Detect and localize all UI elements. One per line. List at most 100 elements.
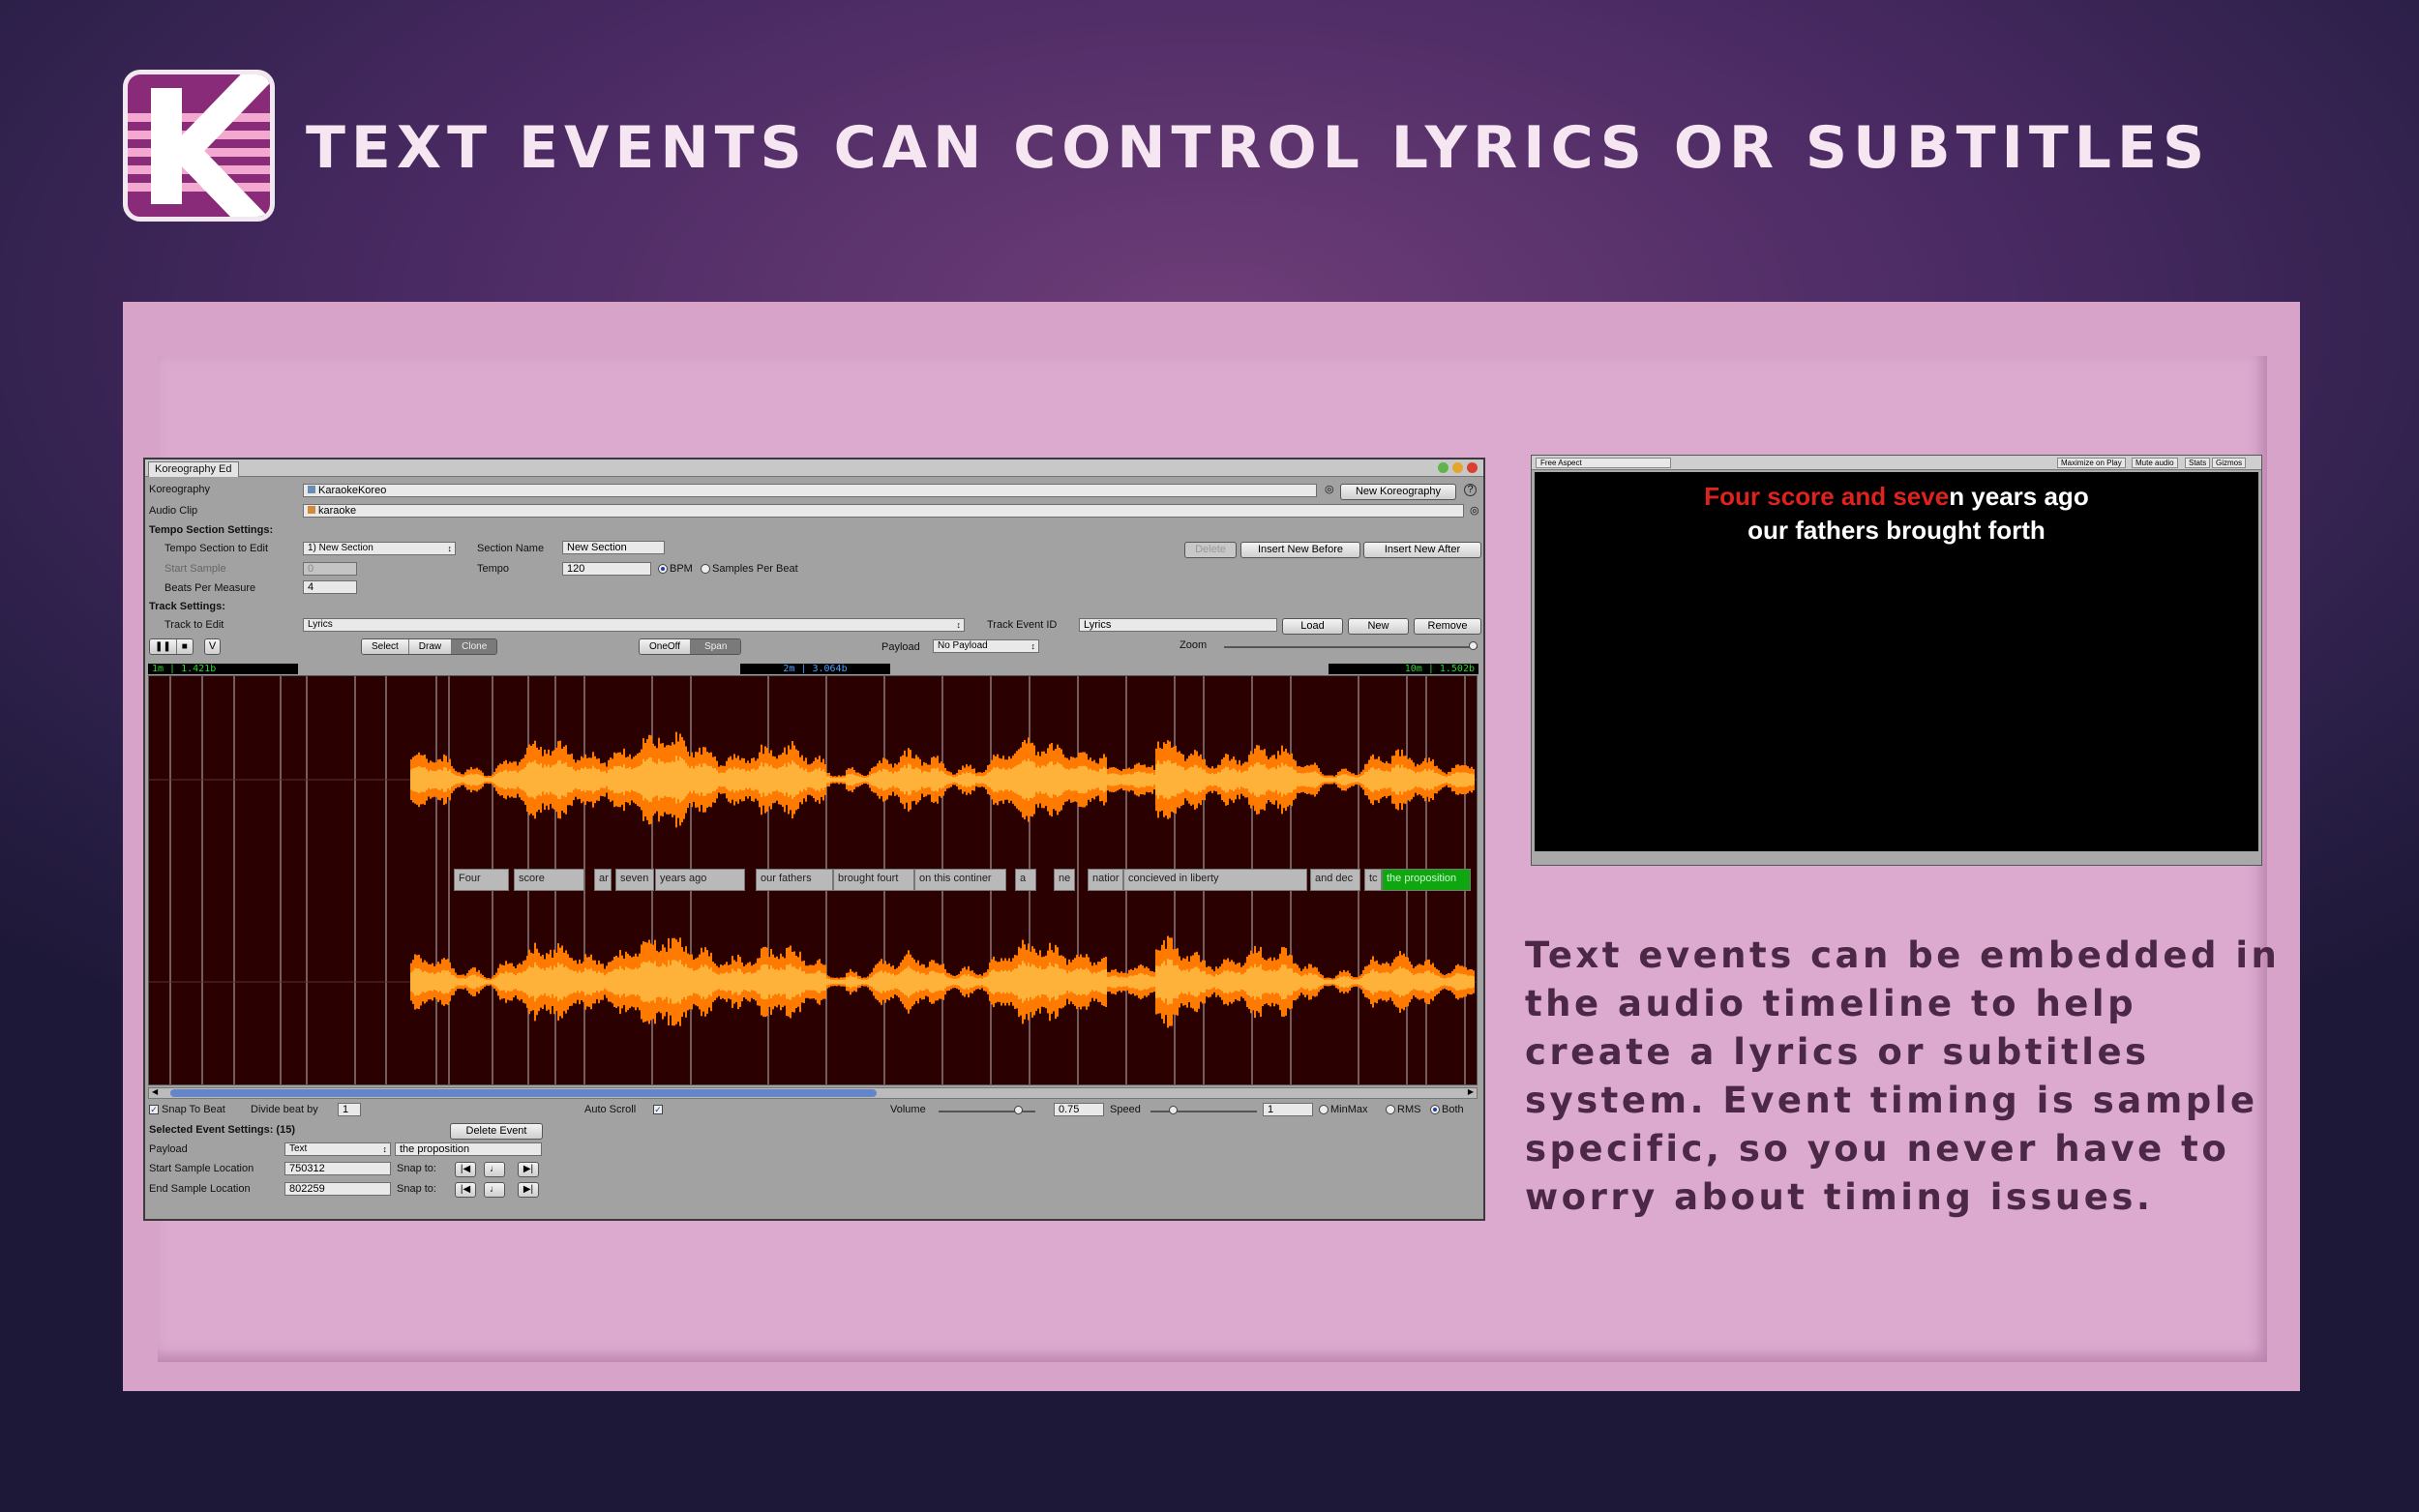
lyric-event[interactable]: years ago bbox=[655, 869, 745, 891]
stats-toggle[interactable]: Stats bbox=[2185, 458, 2210, 468]
mode-select-button[interactable]: Select bbox=[362, 639, 409, 654]
object-picker-icon[interactable]: ◎ bbox=[1325, 483, 1334, 495]
section-name-input[interactable]: New Section bbox=[562, 541, 665, 554]
minmax-radio[interactable]: MinMax bbox=[1319, 1104, 1368, 1115]
lyric-event[interactable]: ne bbox=[1054, 869, 1075, 891]
delete-section-button[interactable]: Delete bbox=[1184, 542, 1237, 558]
insert-new-after-button[interactable]: Insert New After bbox=[1363, 542, 1481, 558]
load-track-button[interactable]: Load bbox=[1282, 618, 1343, 635]
end-sample-location-input[interactable]: 802259 bbox=[284, 1182, 391, 1196]
new-track-button[interactable]: New bbox=[1348, 618, 1409, 635]
both-radio[interactable]: Both bbox=[1430, 1104, 1464, 1115]
delete-event-button[interactable]: Delete Event bbox=[450, 1123, 543, 1140]
samples-per-beat-radio[interactable]: Samples Per Beat bbox=[701, 563, 798, 575]
tempo-section-settings-heading: Tempo Section Settings: bbox=[149, 524, 273, 536]
beats-per-measure-input[interactable]: 4 bbox=[303, 580, 357, 594]
oneoff-button[interactable]: OneOff bbox=[640, 639, 691, 654]
tab-koreography-editor[interactable]: Koreography Ed bbox=[148, 461, 239, 477]
lyric-event[interactable]: a bbox=[1015, 869, 1036, 891]
selected-event-settings-heading: Selected Event Settings: (15) bbox=[149, 1124, 295, 1136]
audio-picker-icon[interactable]: ◎ bbox=[1470, 504, 1479, 517]
koreography-field[interactable]: KaraokeKoreo bbox=[303, 484, 1317, 497]
speed-slider-knob[interactable] bbox=[1169, 1106, 1178, 1114]
koreographer-logo bbox=[123, 70, 275, 222]
transport-controls: ❚❚ ■ bbox=[149, 638, 194, 655]
snap-to-beat-icon[interactable]: ♩ bbox=[484, 1182, 505, 1198]
bpm-radio[interactable]: BPM bbox=[658, 563, 693, 575]
insert-new-before-button[interactable]: Insert New Before bbox=[1240, 542, 1360, 558]
maximize-on-play-toggle[interactable]: Maximize on Play bbox=[2057, 458, 2126, 468]
lyric-event-selected[interactable]: the proposition bbox=[1382, 869, 1471, 891]
zoom-slider-knob[interactable] bbox=[1469, 641, 1478, 650]
game-screen: Four score and seven years ago our fathe… bbox=[1535, 472, 2258, 851]
lyric-event[interactable]: on this continer bbox=[914, 869, 1006, 891]
mute-audio-toggle[interactable]: Mute audio bbox=[2132, 458, 2178, 468]
speed-label: Speed bbox=[1110, 1104, 1141, 1115]
payload-dropdown[interactable]: No Payload bbox=[933, 639, 1039, 653]
span-button[interactable]: Span bbox=[691, 639, 740, 654]
window-controls bbox=[1438, 462, 1478, 473]
scrollbar-thumb[interactable] bbox=[170, 1089, 877, 1097]
snap-to-end-icon[interactable]: ▶| bbox=[518, 1162, 539, 1177]
track-event-id-label: Track Event ID bbox=[987, 619, 1057, 631]
track-event-id-input[interactable]: Lyrics bbox=[1079, 618, 1277, 632]
lyric-event[interactable]: score bbox=[514, 869, 584, 891]
start-sample-input[interactable]: 0 bbox=[303, 562, 357, 576]
track-to-edit-dropdown[interactable]: Lyrics bbox=[303, 618, 965, 632]
tempo-label: Tempo bbox=[477, 563, 509, 575]
remove-track-button[interactable]: Remove bbox=[1414, 618, 1481, 635]
tempo-section-dropdown[interactable]: 1) New Section bbox=[303, 542, 456, 555]
lyric-event[interactable]: concieved in liberty bbox=[1123, 869, 1307, 891]
gizmos-dropdown[interactable]: Gizmos bbox=[2212, 458, 2246, 468]
lyric-event[interactable]: brought fourt bbox=[833, 869, 914, 891]
scroll-left-icon[interactable]: ◀ bbox=[152, 1087, 158, 1096]
mode-draw-button[interactable]: Draw bbox=[409, 639, 452, 654]
time-mid-readout: 2m | 3.064b bbox=[740, 664, 890, 674]
lyric-event[interactable]: tc bbox=[1364, 869, 1382, 891]
lyric-event[interactable]: and dec bbox=[1310, 869, 1360, 891]
section-name-label: Section Name bbox=[477, 543, 544, 554]
lyric-event[interactable]: ar bbox=[594, 869, 612, 891]
maximize-icon[interactable] bbox=[1438, 462, 1448, 473]
auto-scroll-checkbox[interactable]: ✓ bbox=[653, 1104, 666, 1115]
event-type-selector: OneOff Span bbox=[639, 638, 741, 655]
minimize-icon[interactable] bbox=[1452, 462, 1463, 473]
end-sample-location-label: End Sample Location bbox=[149, 1183, 251, 1195]
help-icon[interactable]: ? bbox=[1464, 484, 1477, 496]
snap-to-start-icon[interactable]: |◀ bbox=[455, 1182, 476, 1198]
snap-to-end-icon[interactable]: ▶| bbox=[518, 1182, 539, 1198]
rms-radio[interactable]: RMS bbox=[1386, 1104, 1420, 1115]
new-koreography-button[interactable]: New Koreography bbox=[1340, 484, 1456, 500]
aspect-dropdown[interactable]: Free Aspect bbox=[1536, 458, 1671, 468]
time-left-readout: 1m | 1.421b bbox=[148, 664, 298, 674]
snap-to-start-icon[interactable]: |◀ bbox=[455, 1162, 476, 1177]
audio-clip-field[interactable]: karaoke bbox=[303, 504, 1464, 518]
scroll-right-icon[interactable]: ▶ bbox=[1468, 1087, 1474, 1096]
snap-to-beat-checkbox[interactable]: ✓ Snap To Beat bbox=[149, 1104, 225, 1115]
lyric-event[interactable]: natior bbox=[1088, 869, 1123, 891]
volume-label: Volume bbox=[890, 1104, 926, 1115]
pause-icon[interactable]: ❚❚ bbox=[150, 639, 177, 654]
speed-input[interactable]: 1 bbox=[1263, 1103, 1313, 1116]
close-icon[interactable] bbox=[1467, 462, 1478, 473]
volume-input[interactable]: 0.75 bbox=[1054, 1103, 1104, 1116]
sel-payload-label: Payload bbox=[149, 1143, 188, 1155]
divide-beat-input[interactable]: 1 bbox=[338, 1103, 361, 1116]
sel-payload-dropdown[interactable]: Text bbox=[284, 1142, 391, 1156]
payload-label: Payload bbox=[881, 641, 920, 653]
snap-to-beat-icon[interactable]: ♩ bbox=[484, 1162, 505, 1177]
lyric-event[interactable]: our fathers bbox=[756, 869, 833, 891]
mode-clone-button[interactable]: Clone bbox=[452, 639, 496, 654]
description-text: Text events can be embedded in the audio… bbox=[1525, 932, 2289, 1222]
stop-icon[interactable]: ■ bbox=[177, 639, 193, 654]
speed-slider[interactable] bbox=[1150, 1111, 1257, 1112]
payload-text-input[interactable]: the proposition bbox=[395, 1142, 542, 1156]
lyric-event[interactable]: seven bbox=[615, 869, 654, 891]
start-sample-location-input[interactable]: 750312 bbox=[284, 1162, 391, 1175]
volume-slider-knob[interactable] bbox=[1014, 1106, 1023, 1114]
lyric-event[interactable]: Four bbox=[454, 869, 509, 891]
zoom-slider[interactable] bbox=[1224, 646, 1478, 648]
tempo-input[interactable]: 120 bbox=[562, 562, 651, 576]
timeline-scrollbar[interactable]: ◀ ▶ bbox=[148, 1087, 1478, 1099]
volume-toggle-button[interactable]: V bbox=[204, 638, 221, 655]
